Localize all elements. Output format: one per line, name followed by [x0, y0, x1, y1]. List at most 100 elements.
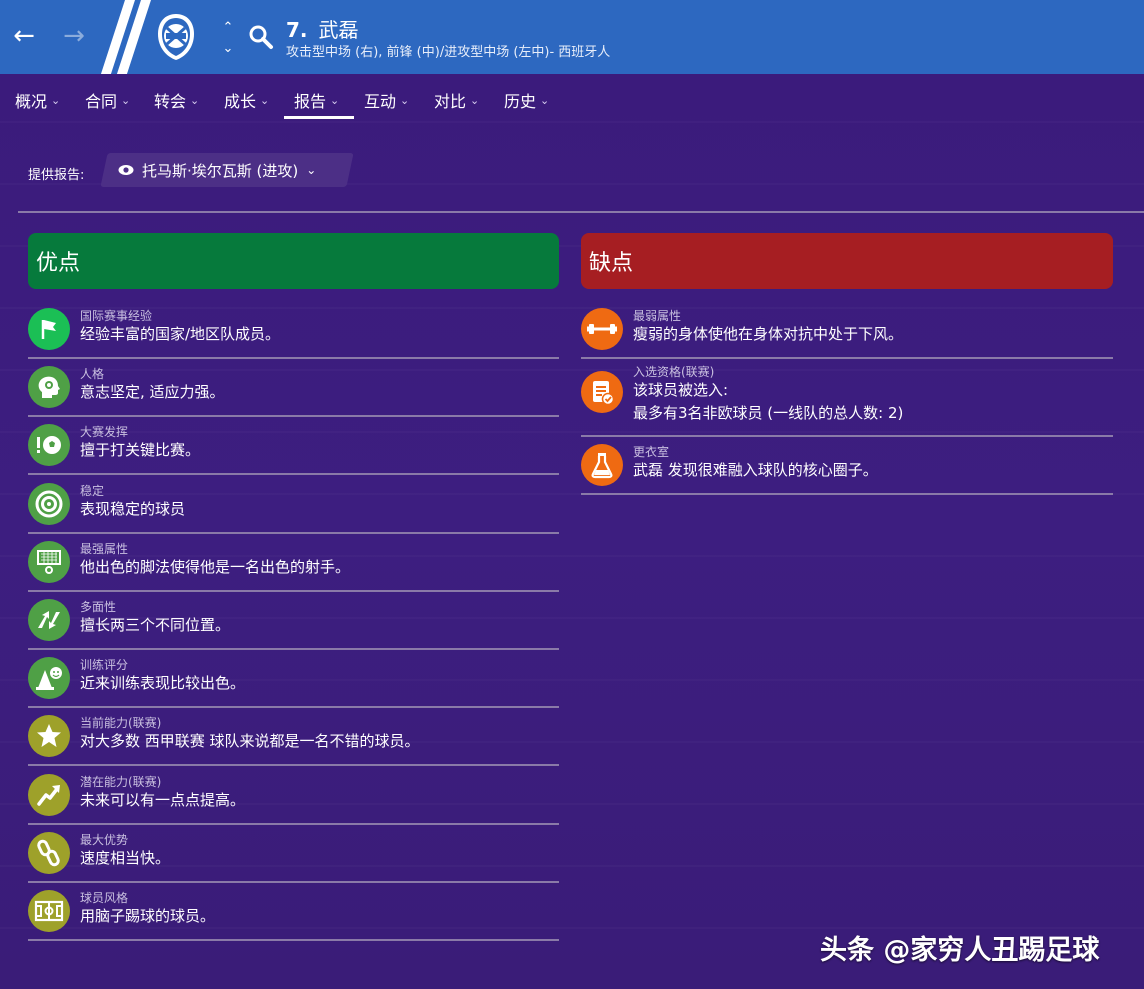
forward-arrow-icon[interactable]: →	[60, 21, 88, 51]
chevron-down-icon: ⌄	[330, 93, 340, 107]
player-header: ← → ⌃ ⌄ 7. 武磊 攻击型中场 (右), 前锋 (中)/进攻型中场 (左…	[0, 0, 1144, 74]
strength-text: 对大多数 西甲联赛 球队来说都是一名不错的球员。	[80, 732, 420, 750]
tab-bar: 概况 ⌄ 合同 ⌄ 转会 ⌄ 成长 ⌄ 报告 ⌄ 互动 ⌄ 对比 ⌄ 历史 ⌄	[0, 74, 1144, 120]
club-badge-icon[interactable]	[155, 12, 197, 62]
tab-label: 历史	[504, 92, 537, 111]
strength-item[interactable]: 潜在能力(联赛) 未来可以有一点点提高。	[28, 767, 559, 825]
chevron-down-icon: ⌄	[306, 163, 317, 177]
row-divider	[581, 493, 1113, 495]
player-switcher[interactable]: ⌃ ⌄	[218, 20, 238, 56]
swap-arrows-icon	[28, 599, 70, 641]
tab-label: 成长	[224, 92, 257, 111]
row-divider	[28, 939, 559, 941]
weaknesses-header: 缺点	[581, 233, 1113, 289]
strength-item[interactable]: 当前能力(联赛) 对大多数 西甲联赛 球队来说都是一名不错的球员。	[28, 708, 559, 766]
target-icon	[28, 483, 70, 525]
tab-transfer[interactable]: 转会 ⌄	[154, 88, 199, 112]
chevron-down-icon: ⌄	[470, 93, 480, 107]
tab-overview[interactable]: 概况 ⌄	[15, 88, 60, 112]
row-divider	[28, 473, 559, 475]
report-source-label: 提供报告:	[28, 168, 85, 183]
player-number: 7.	[286, 18, 308, 42]
tab-development[interactable]: 成长 ⌄	[224, 88, 269, 112]
strength-item[interactable]: 训练评分 近来训练表现比较出色。	[28, 650, 559, 708]
strength-category: 球员风格	[80, 891, 129, 905]
chevron-down-icon: ⌄	[51, 93, 61, 107]
strength-category: 当前能力(联赛)	[80, 716, 162, 730]
weakness-text-detail: 最多有3名非欧球员 (一线队的总人数: 2)	[633, 404, 904, 422]
strength-item[interactable]: 多面性 擅长两三个不同位置。	[28, 592, 559, 650]
strength-item[interactable]: 大赛发挥 擅于打关键比赛。	[28, 417, 559, 475]
document-check-icon	[581, 371, 623, 413]
section-divider	[18, 211, 1144, 213]
tab-label: 合同	[85, 92, 118, 111]
chevron-up-icon[interactable]: ⌃	[223, 20, 234, 35]
strength-item[interactable]: 国际赛事经验 经验丰富的国家/地区队成员。	[28, 301, 559, 359]
strength-text: 未来可以有一点点提高。	[80, 791, 246, 809]
tab-label: 互动	[364, 92, 397, 111]
chevron-down-icon[interactable]: ⌄	[223, 41, 234, 56]
tab-reports[interactable]: 报告 ⌄	[294, 88, 339, 112]
weaknesses-title: 缺点	[589, 251, 634, 276]
chevron-down-icon: ⌄	[540, 93, 550, 107]
weakness-text: 武磊 发现很难融入球队的核心圈子。	[633, 461, 878, 479]
weakness-text: 瘦弱的身体使他在身体对抗中处于下风。	[633, 325, 904, 343]
tab-contract[interactable]: 合同 ⌄	[85, 88, 130, 112]
strength-item[interactable]: 人格 意志坚定, 适应力强。	[28, 359, 559, 417]
strength-text: 经验丰富的国家/地区队成员。	[80, 325, 281, 343]
weakness-category: 更衣室	[633, 445, 670, 459]
pitch-icon	[28, 890, 70, 932]
tab-label: 概况	[15, 92, 48, 111]
eye-icon	[118, 165, 134, 175]
back-arrow-icon[interactable]: ←	[10, 21, 38, 51]
weakness-item[interactable]: 最弱属性 瘦弱的身体使他在身体对抗中处于下风。	[581, 301, 1113, 359]
tab-label: 报告	[294, 92, 327, 111]
strength-category: 最大优势	[80, 833, 129, 847]
trend-up-icon	[28, 774, 70, 816]
strength-item[interactable]: 稳定 表现稳定的球员	[28, 476, 559, 534]
strengths-title: 优点	[36, 251, 81, 276]
chevron-down-icon: ⌄	[121, 93, 131, 107]
chevron-down-icon: ⌄	[190, 93, 200, 107]
strength-category: 大赛发挥	[80, 425, 129, 439]
weakness-item[interactable]: 入选资格(联赛) 该球员被选入: 最多有3名非欧球员 (一线队的总人数: 2)	[581, 357, 1113, 437]
strength-category: 稳定	[80, 484, 105, 498]
active-tab-indicator	[284, 116, 354, 119]
strength-text: 擅于打关键比赛。	[80, 441, 201, 459]
strength-text: 用脑子踢球的球员。	[80, 907, 216, 925]
tab-compare[interactable]: 对比 ⌄	[434, 88, 479, 112]
strength-category: 最强属性	[80, 542, 129, 556]
weakness-category: 入选资格(联赛)	[633, 365, 715, 379]
ball-alert-icon	[28, 424, 70, 466]
strength-text: 近来训练表现比较出色。	[80, 674, 246, 692]
goal-icon	[28, 541, 70, 583]
flag-icon	[28, 308, 70, 350]
weakness-category: 最弱属性	[633, 309, 682, 323]
chevron-down-icon: ⌄	[400, 93, 410, 107]
chain-icon	[28, 832, 70, 874]
chevron-down-icon: ⌄	[260, 93, 270, 107]
strength-category: 国际赛事经验	[80, 309, 153, 323]
watermark-text: 头条 @家穷人丑踢足球	[820, 935, 1100, 966]
tab-history[interactable]: 历史 ⌄	[504, 88, 549, 112]
scout-name: 托马斯·埃尔瓦斯 (进攻)	[142, 161, 299, 180]
strength-item[interactable]: 最大优势 速度相当快。	[28, 825, 559, 883]
player-name: 武磊	[318, 18, 359, 42]
weakness-item[interactable]: 更衣室 武磊 发现很难融入球队的核心圈子。	[581, 437, 1113, 495]
player-title: 7. 武磊	[286, 14, 358, 43]
strength-item[interactable]: 最强属性 他出色的脚法使得他是一名出色的射手。	[28, 534, 559, 592]
search-icon[interactable]	[248, 24, 274, 50]
row-divider	[28, 764, 559, 766]
strengths-header: 优点	[28, 233, 559, 289]
star-icon	[28, 715, 70, 757]
scout-selector[interactable]: 托马斯·埃尔瓦斯 (进攻) ⌄	[118, 153, 316, 187]
player-positions: 攻击型中场 (右), 前锋 (中)/进攻型中场 (左中)- 西班牙人	[286, 45, 611, 60]
strength-text: 表现稳定的球员	[80, 500, 186, 518]
tab-label: 对比	[434, 92, 467, 111]
strength-item[interactable]: 球员风格 用脑子踢球的球员。	[28, 883, 559, 941]
strength-category: 训练评分	[80, 658, 129, 672]
strength-text: 意志坚定, 适应力强。	[80, 383, 225, 401]
tab-interaction[interactable]: 互动 ⌄	[364, 88, 409, 112]
strength-text: 他出色的脚法使得他是一名出色的射手。	[80, 558, 351, 576]
tab-label: 转会	[154, 92, 187, 111]
